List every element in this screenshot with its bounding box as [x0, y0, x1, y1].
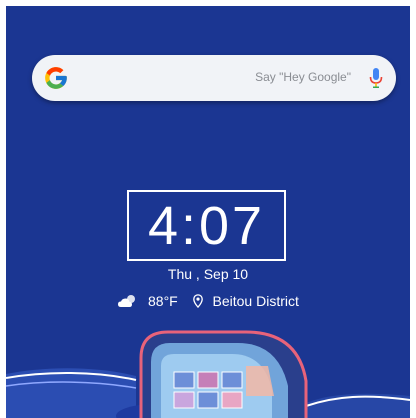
location-pin-icon — [192, 294, 203, 309]
home-screen: Say "Hey Google" 4:07 Thu , Sep 10 88°F … — [6, 6, 410, 418]
google-g-icon — [45, 67, 67, 89]
search-hint-text: Say "Hey Google" — [255, 70, 351, 84]
wallpaper-illustration — [6, 330, 410, 418]
clock-date[interactable]: Thu , Sep 10 — [6, 266, 410, 282]
clock-widget[interactable]: 4:07 — [127, 190, 286, 261]
clock-time: 4:07 — [147, 196, 266, 256]
microphone-icon[interactable] — [368, 67, 384, 89]
weather-temperature: 88°F — [148, 293, 178, 310]
google-search-bar[interactable]: Say "Hey Google" — [32, 55, 396, 101]
weather-widget[interactable]: 88°F Beitou District — [6, 292, 410, 309]
partly-cloudy-icon — [118, 295, 136, 308]
weather-location: Beitou District — [212, 293, 299, 310]
